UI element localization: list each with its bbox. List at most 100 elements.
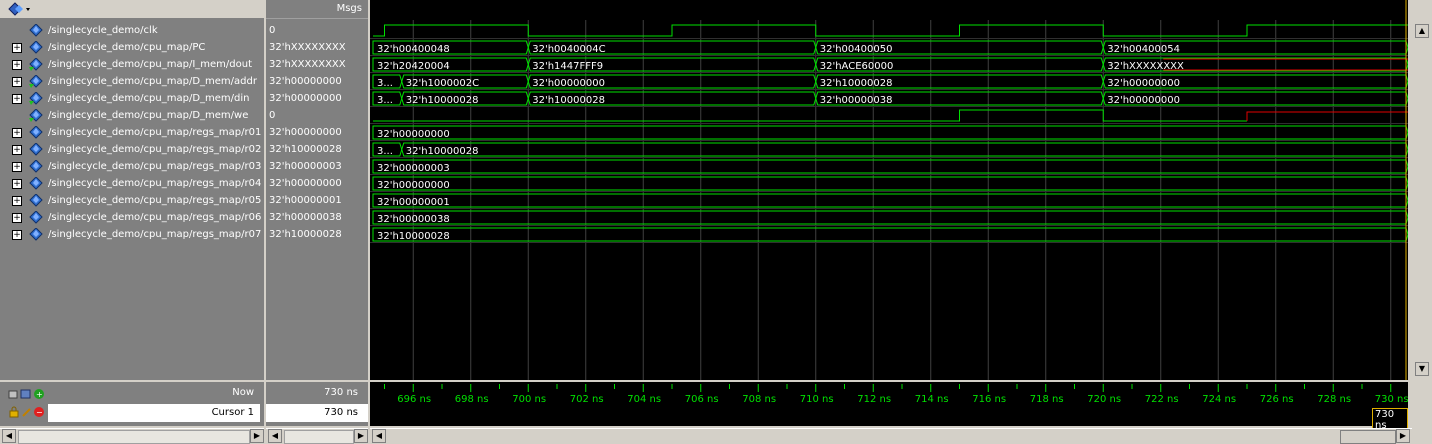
diamond-signal-icon xyxy=(29,227,45,244)
expand-icon[interactable]: + xyxy=(12,213,22,223)
svg-text:−: − xyxy=(36,408,43,417)
signal-name: /singlecycle_demo/cpu_map/regs_map/r01 xyxy=(48,127,262,138)
scroll-thumb[interactable] xyxy=(18,430,250,444)
diamond-signal-icon xyxy=(29,23,45,40)
name-hscrollbar[interactable]: ◀ ▶ xyxy=(0,428,264,444)
expand-icon[interactable]: + xyxy=(12,196,22,206)
signal-row[interactable]: + /singlecycle_demo/cpu_map/regs_map/r02 3… xyxy=(0,141,368,158)
signal-row[interactable]: + /singlecycle_demo/cpu_map/regs_map/r05 3… xyxy=(0,192,368,209)
cursor-lock-icons[interactable]: − xyxy=(8,406,46,421)
bus-value-label: 32'h00000000 xyxy=(1107,95,1180,106)
bus-value-label: 3... xyxy=(377,146,393,157)
signal-name: /singlecycle_demo/cpu_map/regs_map/r02 xyxy=(48,144,262,155)
signal-name: /singlecycle_demo/cpu_map/regs_map/r05 xyxy=(48,195,262,206)
diamond-signal-icon xyxy=(29,125,45,142)
signal-value: 32'h00000000 xyxy=(269,178,342,189)
bus-value-label: 32'h10000028 xyxy=(377,231,450,242)
signal-value: 32'h00000001 xyxy=(269,195,342,206)
signal-value: 32'h00000003 xyxy=(269,161,342,172)
signal-row[interactable]: /singlecycle_demo/clk 0 xyxy=(0,22,368,39)
scroll-right-icon[interactable]: ▶ xyxy=(250,429,264,443)
vertical-scrollbar[interactable]: ▲ ▼ xyxy=(1412,20,1432,380)
tick-label: 726 ns xyxy=(1259,394,1294,405)
expand-icon[interactable]: + xyxy=(12,230,22,240)
signal-name: /singlecycle_demo/cpu_map/D_mem/din xyxy=(48,93,250,104)
wave-hscrollbar[interactable]: ◀ ▶ xyxy=(370,428,1412,444)
corner-filler xyxy=(1408,382,1432,426)
signal-value: 0 xyxy=(269,110,276,121)
signal-value: 32'hXXXXXXXX xyxy=(269,59,346,70)
signal-value: 32'h10000028 xyxy=(269,229,342,240)
bus-value-label: 32'h10000028 xyxy=(406,95,479,106)
scroll-up-icon[interactable]: ▲ xyxy=(1415,24,1429,38)
diamond-signal-icon xyxy=(29,176,45,193)
signal-row[interactable]: + /singlecycle_demo/cpu_map/regs_map/r06 3… xyxy=(0,209,368,226)
signal-name: /singlecycle_demo/cpu_map/regs_map/r07 xyxy=(48,229,262,240)
bus-value-label: 32'h10000028 xyxy=(820,78,893,89)
scroll-right-icon[interactable]: ▶ xyxy=(1396,429,1410,443)
bit-waveform xyxy=(373,24,1408,37)
cursor-row[interactable]: Cursor 1 xyxy=(48,404,260,422)
bus-value-label: 32'h1447FFF9 xyxy=(532,61,603,72)
scroll-left-icon[interactable]: ◀ xyxy=(372,429,386,443)
tick-label: 724 ns xyxy=(1202,394,1237,405)
expand-icon[interactable]: + xyxy=(12,179,22,189)
bus-value-label: 32'h00000003 xyxy=(377,163,450,174)
signal-row[interactable]: + /singlecycle_demo/cpu_map/D_mem/din 32'h… xyxy=(0,90,368,107)
signal-row[interactable]: + /singlecycle_demo/cpu_map/regs_map/r07 3… xyxy=(0,226,368,243)
expand-icon[interactable]: + xyxy=(12,94,22,104)
expand-icon[interactable]: + xyxy=(12,145,22,155)
tick-label: 718 ns xyxy=(1029,394,1064,405)
waveform-pane[interactable]: 32'h00400048 32'h0040004C 32'h00400050 32'h… xyxy=(370,0,1408,380)
bus-value-label: 32'h00000000 xyxy=(532,78,605,89)
signal-row[interactable]: + /singlecycle_demo/cpu_map/D_mem/addr 32'… xyxy=(0,73,368,90)
signal-value: 32'h10000028 xyxy=(269,144,342,155)
cursor-label: Cursor 1 xyxy=(211,407,254,418)
bus-value-label: 32'h00400054 xyxy=(1107,44,1180,55)
expand-icon[interactable]: + xyxy=(12,162,22,172)
signal-row[interactable]: + /singlecycle_demo/cpu_map/regs_map/r01 3… xyxy=(0,124,368,141)
we-waveform xyxy=(373,109,1247,122)
diamond-signal-icon xyxy=(29,159,45,176)
scroll-down-icon[interactable]: ▼ xyxy=(1415,362,1429,376)
signal-name: /singlecycle_demo/cpu_map/regs_map/r04 xyxy=(48,178,262,189)
tick-label: 728 ns xyxy=(1317,394,1352,405)
expand-icon[interactable]: + xyxy=(12,128,22,138)
now-label: Now xyxy=(232,387,254,398)
diamond-signal-icon xyxy=(29,142,45,159)
bus-value-label: 32'h00000038 xyxy=(377,214,450,225)
wave-toolbar-icon[interactable] xyxy=(8,2,32,19)
tick-label: 698 ns xyxy=(454,394,489,405)
signal-row[interactable]: + /singlecycle_demo/cpu_map/regs_map/r03 3… xyxy=(0,158,368,175)
signal-row[interactable]: + /singlecycle_demo/cpu_map/regs_map/r04 3… xyxy=(0,175,368,192)
scroll-thumb[interactable] xyxy=(1340,430,1396,444)
signal-name: /singlecycle_demo/cpu_map/D_mem/we xyxy=(48,110,249,121)
signal-row[interactable]: + /singlecycle_demo/cpu_map/I_mem/dout 32'… xyxy=(0,56,368,73)
timeline-ruler[interactable]: 696 ns 698 ns 700 ns 702 ns 704 ns 706 ns 708 … xyxy=(370,382,1409,432)
scroll-right-icon[interactable]: ▶ xyxy=(354,429,368,443)
waveform-canvas[interactable]: 32'h00400048 32'h0040004C 32'h00400050 32'h… xyxy=(370,0,1408,380)
cursor-toolbar-icons[interactable]: + xyxy=(8,388,46,403)
cursor-value-row[interactable]: 730 ns xyxy=(266,404,368,422)
expand-icon[interactable]: + xyxy=(12,60,22,70)
scroll-left-icon[interactable]: ◀ xyxy=(2,429,16,443)
msgs-label: Msgs xyxy=(336,3,362,14)
expand-icon[interactable]: + xyxy=(12,43,22,53)
tick-label: 714 ns xyxy=(914,394,949,405)
tick-label: 722 ns xyxy=(1144,394,1179,405)
bus-value-label: 32'hXXXXXXXX xyxy=(1107,61,1184,72)
value-hscrollbar[interactable]: ◀ ▶ xyxy=(266,428,368,444)
bus-value-label: 32'h00000000 xyxy=(377,180,450,191)
cursor-value-pane: 730 ns 730 ns xyxy=(266,382,368,426)
tick-label: 704 ns xyxy=(627,394,662,405)
signal-row[interactable]: /singlecycle_demo/cpu_map/D_mem/we 0 xyxy=(0,107,368,124)
diamond-signal-icon xyxy=(29,193,45,210)
expand-icon[interactable]: + xyxy=(12,77,22,87)
signal-name: /singlecycle_demo/cpu_map/D_mem/addr xyxy=(48,76,257,87)
signal-row[interactable]: + /singlecycle_demo/cpu_map/PC 32'hXXXXXXX… xyxy=(0,39,368,56)
bus-value-label: 32'h1000002C xyxy=(406,78,479,89)
scroll-left-icon[interactable]: ◀ xyxy=(268,429,282,443)
scroll-thumb[interactable] xyxy=(284,430,354,444)
tick-label: 716 ns xyxy=(972,394,1007,405)
tick-label: 710 ns xyxy=(799,394,834,405)
